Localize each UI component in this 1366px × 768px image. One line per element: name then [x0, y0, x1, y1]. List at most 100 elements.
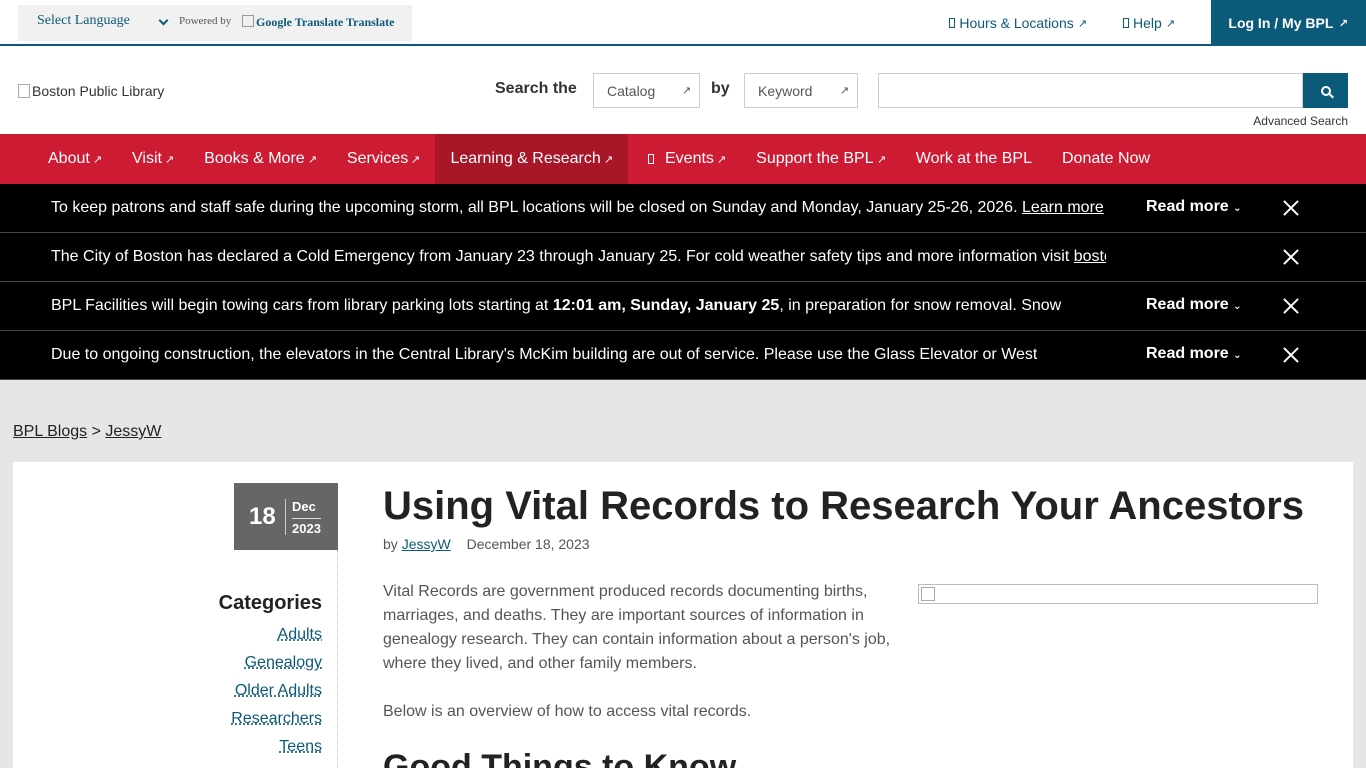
logo-alt-text: Boston Public Library [32, 83, 165, 99]
nav-label: Visit [132, 150, 162, 167]
alert-text: To keep patrons and staff safe during th… [51, 199, 1104, 217]
chevron-down-icon[interactable] [158, 15, 169, 26]
external-link-icon: ↖ [603, 153, 613, 166]
alert-banners: To keep patrons and staff safe during th… [0, 184, 1366, 380]
keyword-dropdown[interactable]: Keyword ↖ [744, 73, 858, 108]
nav-item-learning-research[interactable]: Learning & Research ↖ [435, 134, 628, 184]
learn-more-link[interactable]: Learn more [1022, 199, 1104, 216]
author-link[interactable]: JessyW [402, 536, 451, 552]
category-link[interactable]: Older Adults [219, 681, 322, 701]
chevron-down-icon: ⌄ [1233, 350, 1242, 361]
nav-item-about[interactable]: About ↖ [33, 134, 117, 184]
post-image [918, 584, 1318, 604]
top-links: Hours & Locations ↖ Help ↖ Log In / My BPL… [949, 0, 1366, 46]
alert-text: Due to ongoing construction, the elevato… [51, 346, 1038, 363]
broken-image-icon [18, 84, 30, 98]
broken-image-icon [921, 587, 935, 601]
external-link-icon: ↖ [681, 85, 691, 97]
external-link-icon: ↖ [876, 153, 886, 166]
by-label: by [383, 536, 398, 552]
login-button[interactable]: Log In / My BPL ↖ [1211, 0, 1366, 46]
nav-label: Support the BPL [756, 150, 874, 167]
date-day: 18 [249, 503, 276, 530]
powered-by-label: Powered by [179, 15, 232, 27]
alert-message-end: , in preparation for snow removal. Snow [779, 297, 1062, 314]
nav-label: About [48, 150, 90, 167]
post-title: Using Vital Records to Research Your Anc… [383, 484, 1305, 528]
hours-label: Hours & Locations [959, 15, 1074, 31]
nav-item-services[interactable]: Services ↖ [332, 134, 436, 184]
close-icon[interactable] [1282, 248, 1300, 266]
date-badge: 18 Dec 2023 [234, 483, 338, 550]
external-link-icon: ↖ [839, 85, 849, 97]
breadcrumb-separator: > [91, 423, 101, 440]
catalog-label: Catalog [607, 83, 656, 99]
google-translate-label: Google Translate [256, 15, 344, 29]
boston-gov-cold-link[interactable]: boston.gov/cold [1074, 248, 1106, 265]
post-body: Vital Records are government produced re… [383, 580, 898, 748]
alert-emphasis: 12:01 am, Sunday, January 25 [552, 297, 780, 314]
read-more-label: Read more [1146, 345, 1229, 362]
help-link[interactable]: Help ↖ [1122, 15, 1175, 31]
main-nav: About ↖ Visit ↖ Books & More ↖ Services ↖ Le… [0, 134, 1366, 184]
close-icon[interactable] [1282, 346, 1300, 364]
nav-label: Donate Now [1061, 150, 1151, 167]
search-input[interactable] [878, 73, 1303, 108]
nav-item-events[interactable]: Events ↖ [628, 134, 741, 184]
catalog-dropdown[interactable]: Catalog ↖ [593, 73, 700, 108]
google-translate-link[interactable]: Google Translate Translate [242, 15, 394, 30]
google-logo-icon [242, 15, 254, 27]
external-link-icon: ↖ [1339, 17, 1349, 30]
keyword-label: Keyword [758, 83, 813, 99]
search-the-label: Search the [495, 80, 577, 97]
alert-message: BPL Facilities will begin towing cars fr… [51, 297, 553, 314]
alert-message: To keep patrons and staff safe during th… [51, 199, 1022, 216]
alert-towing: BPL Facilities will begin towing cars fr… [0, 282, 1366, 331]
nav-label: Services [346, 150, 409, 167]
nav-label: Events [665, 150, 714, 167]
close-icon[interactable] [1282, 297, 1300, 315]
site-header: Boston Public Library Search the Catalog… [0, 46, 1366, 134]
nav-item-donate[interactable]: Donate Now [1047, 134, 1165, 184]
utility-bar: Select Language Powered by Google Transl… [0, 0, 1366, 46]
external-link-icon: ↖ [1077, 17, 1087, 30]
library-logo[interactable]: Boston Public Library [18, 83, 164, 99]
date-month: Dec [292, 499, 316, 514]
category-link[interactable]: Teens [219, 737, 322, 757]
hours-locations-link[interactable]: Hours & Locations ↖ [949, 15, 1087, 31]
nav-item-support[interactable]: Support the BPL ↖ [741, 134, 901, 184]
nav-label: Work at the BPL [915, 150, 1032, 167]
category-link[interactable]: Adults [219, 625, 322, 645]
categories-sidebar: Categories Adults Genealogy Older Adults… [219, 592, 322, 765]
post-paragraph: Vital Records are government produced re… [383, 583, 891, 672]
sidebar-divider [337, 550, 338, 768]
post-date: December 18, 2023 [466, 536, 590, 552]
alert-cold: The City of Boston has declared a Cold E… [0, 233, 1366, 282]
alert-elevators: Due to ongoing construction, the elevato… [0, 331, 1366, 380]
nav-item-visit[interactable]: Visit ↖ [117, 134, 189, 184]
category-link[interactable]: Researchers [219, 709, 322, 729]
alert-text: The City of Boston has declared a Cold E… [51, 248, 1106, 266]
nav-item-books-more[interactable]: Books & More ↖ [189, 134, 332, 184]
search-icon [1320, 85, 1331, 96]
advanced-search-link[interactable]: Advanced Search [1253, 114, 1348, 128]
read-more-button[interactable]: Read more ⌄ [1146, 198, 1242, 216]
language-select[interactable]: Select Language [37, 13, 130, 29]
alert-storm: To keep patrons and staff safe during th… [0, 184, 1366, 233]
location-icon [949, 18, 956, 28]
section-heading: Good Things to Know [383, 748, 737, 768]
nav-label: Books & More [204, 150, 305, 167]
breadcrumb-author-link[interactable]: JessyW [105, 423, 161, 440]
breadcrumb-blogs-link[interactable]: BPL Blogs [13, 423, 87, 440]
nav-item-work[interactable]: Work at the BPL [901, 134, 1047, 184]
translate-label: Translate [346, 15, 395, 29]
search-button[interactable] [1303, 73, 1348, 108]
category-link[interactable]: Genealogy [219, 653, 322, 673]
external-link-icon: ↖ [307, 153, 317, 166]
categories-heading: Categories [218, 592, 322, 614]
login-label: Log In / My BPL [1228, 15, 1334, 31]
read-more-button[interactable]: Read more ⌄ [1146, 296, 1242, 314]
read-more-button[interactable]: Read more ⌄ [1146, 345, 1242, 363]
date-year: 2023 [292, 518, 321, 536]
close-icon[interactable] [1282, 199, 1300, 217]
